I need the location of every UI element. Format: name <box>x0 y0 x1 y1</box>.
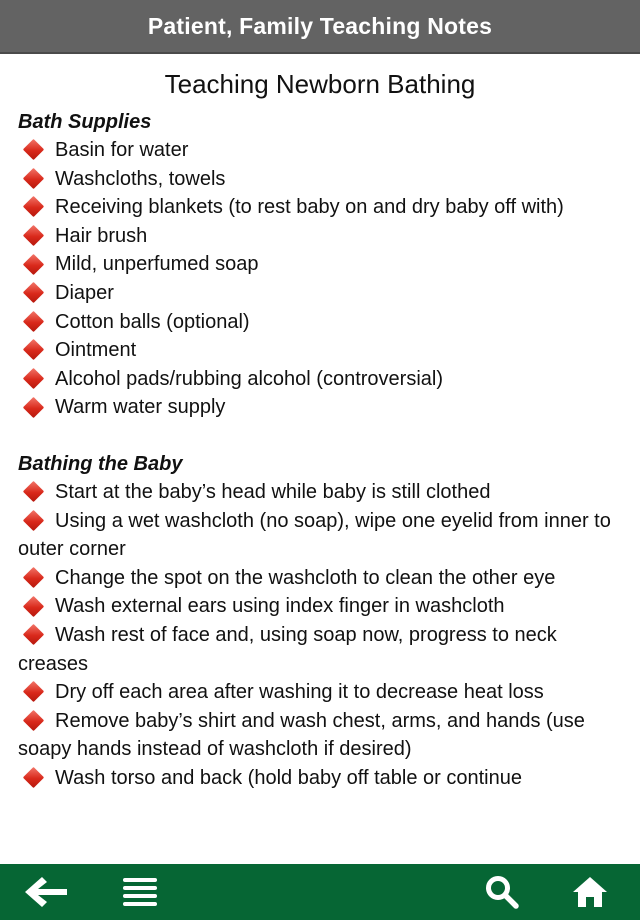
bottom-toolbar <box>0 864 640 920</box>
list-item: Basin for water <box>18 136 622 165</box>
list-item: Warm water supply <box>18 393 622 422</box>
back-button[interactable] <box>16 864 76 920</box>
diamond-bullet-icon <box>22 396 45 418</box>
list-item: Wash external ears using index finger in… <box>18 592 622 621</box>
diamond-bullet-icon <box>22 509 45 531</box>
content-scroll-area[interactable]: Teaching Newborn Bathing Bath Supplies B… <box>0 54 640 864</box>
search-button[interactable] <box>472 864 532 920</box>
diamond-bullet-icon <box>22 595 45 617</box>
menu-button[interactable] <box>110 864 170 920</box>
app-header: Patient, Family Teaching Notes <box>0 0 640 54</box>
diamond-bullet-icon <box>22 367 45 390</box>
diamond-bullet-icon <box>22 196 45 218</box>
section-bathing-the-baby: Bathing the Baby Start at the baby’s hea… <box>0 450 640 793</box>
home-icon <box>573 877 607 907</box>
list-item: Start at the baby’s head while baby is s… <box>18 478 622 507</box>
diamond-bullet-icon <box>22 224 45 247</box>
diamond-bullet-icon <box>22 566 45 589</box>
diamond-bullet-icon <box>22 624 45 646</box>
diamond-bullet-icon <box>22 310 45 332</box>
home-button[interactable] <box>560 864 620 920</box>
list-item: Using a wet washcloth (no soap), wipe on… <box>18 509 611 561</box>
diamond-bullet-icon <box>22 481 45 503</box>
diamond-bullet-icon <box>22 167 45 189</box>
list-item: Ointment <box>18 336 622 365</box>
diamond-bullet-icon <box>22 253 45 275</box>
diamond-bullet-icon <box>22 766 45 789</box>
list-item: Receiving blankets (to rest baby on and … <box>18 193 622 222</box>
diamond-bullet-icon <box>22 709 45 732</box>
section-heading: Bath Supplies <box>18 111 152 133</box>
header-title: Patient, Family Teaching Notes <box>147 12 493 39</box>
diamond-bullet-icon <box>22 681 45 703</box>
section-heading: Bathing the Baby <box>18 452 183 475</box>
diamond-bullet-icon <box>22 339 45 361</box>
list-item: Hair brush <box>18 222 622 251</box>
list-item: Wash rest of face and, using soap now, p… <box>18 623 557 675</box>
list-item: Mild, unperfumed soap <box>18 250 622 279</box>
diamond-bullet-icon <box>22 282 45 304</box>
list-item: Dry off each area after washing it to de… <box>18 678 622 707</box>
search-icon <box>486 876 519 909</box>
section-bath-supplies: Bath Supplies Basin for water Washcloths… <box>0 108 640 422</box>
diamond-bullet-icon <box>22 139 45 161</box>
arrow-left-icon <box>25 877 67 907</box>
list-item: Wash torso and back (hold baby off table… <box>18 764 622 793</box>
list-item: Cotton balls (optional) <box>18 308 622 337</box>
list-item: Diaper <box>18 279 622 308</box>
page-title: Teaching Newborn Bathing <box>164 69 476 99</box>
list-item: Alcohol pads/rubbing alcohol (controvers… <box>18 365 622 394</box>
list-menu-icon <box>123 878 157 906</box>
list-item: Remove baby’s shirt and wash chest, arms… <box>18 709 585 761</box>
list-item: Change the spot on the washcloth to clea… <box>18 564 622 593</box>
list-item: Washcloths, towels <box>18 165 622 194</box>
